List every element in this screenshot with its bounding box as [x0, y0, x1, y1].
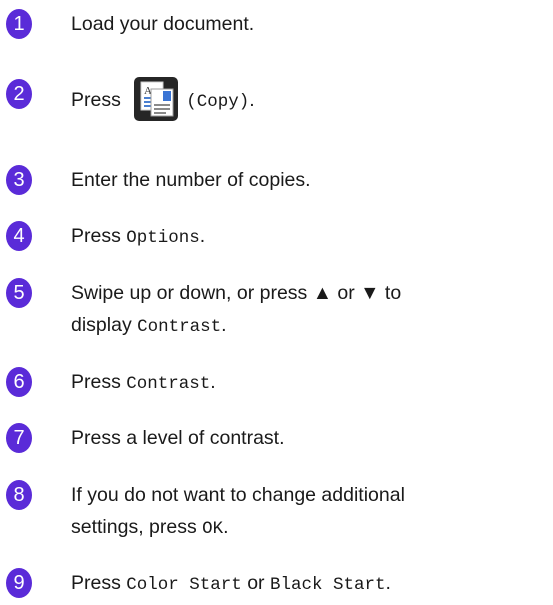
- step-text: Enter the number of copies.: [71, 169, 311, 191]
- ok-label: OK: [202, 519, 224, 539]
- copy-icon[interactable]: A: [134, 77, 179, 121]
- color-start-label: Color Start: [126, 575, 242, 595]
- period: .: [199, 225, 206, 247]
- period: .: [249, 89, 255, 112]
- step-text: Press Contrast.: [71, 367, 541, 399]
- step-text: Press A (Copy).: [71, 77, 541, 123]
- text-part: display: [71, 314, 138, 336]
- step-text-line-2: display Contrast.: [71, 310, 541, 342]
- contrast-label: Contrast: [137, 317, 222, 337]
- text-part: settings, press: [71, 516, 203, 538]
- step-number-badge: 2: [6, 79, 32, 109]
- period: .: [221, 314, 227, 336]
- text-part: Press: [71, 371, 127, 393]
- step-text: Load your document.: [71, 13, 255, 35]
- copy-label: (Copy): [186, 92, 250, 113]
- step-text-line-1: Swipe up or down, or press ▲ or ▼ to: [71, 282, 402, 304]
- step-text-line-2: settings, press OK.: [71, 512, 541, 544]
- period: .: [223, 516, 229, 538]
- step-number-badge: 5: [6, 278, 32, 308]
- text-part: Press: [71, 225, 127, 247]
- text-part: or: [241, 572, 270, 594]
- black-start-label: Black Start: [269, 575, 386, 595]
- step-text-line-1: If you do not want to change additional: [71, 484, 405, 506]
- step-number-badge: 3: [6, 165, 32, 195]
- step-number-badge: 9: [6, 568, 32, 598]
- step-number-badge: 8: [6, 480, 32, 510]
- step-text: Press a level of contrast.: [71, 427, 285, 449]
- options-label: Options: [126, 228, 200, 248]
- step-number-badge: 4: [6, 221, 32, 251]
- contrast-label: Contrast: [126, 374, 211, 394]
- step-text: Press Options.: [71, 221, 541, 253]
- step-number-badge: 6: [6, 367, 32, 397]
- period: .: [210, 371, 216, 393]
- period: .: [385, 572, 391, 594]
- step-text: Press Color Start or Black Start.: [71, 568, 541, 600]
- step-number-badge: 1: [6, 9, 32, 39]
- step-number-badge: 7: [6, 423, 32, 453]
- text-part: Press: [71, 572, 127, 594]
- press-word: Press: [71, 89, 121, 112]
